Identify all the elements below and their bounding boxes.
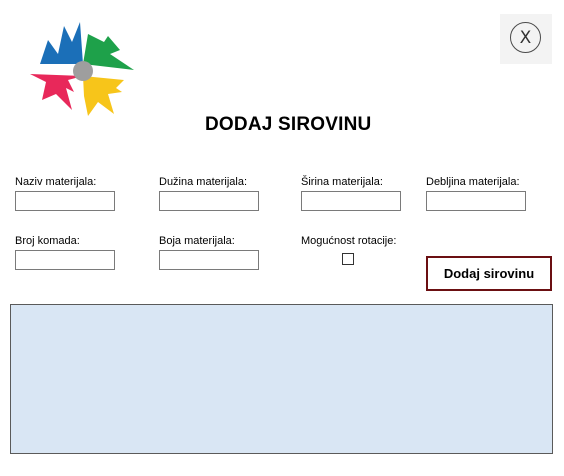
debljina-materijala-label: Debljina materijala: xyxy=(426,176,520,188)
sirovine-data-grid[interactable] xyxy=(10,304,553,454)
dodaj-sirovinu-button[interactable]: Dodaj sirovinu xyxy=(426,256,552,291)
pinwheel-logo-icon xyxy=(30,22,134,116)
close-icon: X xyxy=(519,27,532,48)
mogucnost-rotacije-label: Mogućnost rotacije: xyxy=(301,235,397,247)
duzina-materijala-input[interactable] xyxy=(159,191,259,211)
close-button[interactable]: X xyxy=(510,22,541,53)
broj-komada-label: Broj komada: xyxy=(15,235,80,247)
broj-komada-input[interactable] xyxy=(15,250,115,270)
page-title: DODAJ SIROVINU xyxy=(205,114,372,135)
duzina-materijala-label: Dužina materijala: xyxy=(159,176,248,188)
naziv-materijala-label: Naziv materijala: xyxy=(15,176,97,188)
sirina-materijala-input[interactable] xyxy=(301,191,401,211)
boja-materijala-input[interactable] xyxy=(159,250,259,270)
mogucnost-rotacije-checkbox[interactable] xyxy=(342,253,354,265)
debljina-materijala-input[interactable] xyxy=(426,191,526,211)
naziv-materijala-input[interactable] xyxy=(15,191,115,211)
sirina-materijala-label: Širina materijala: xyxy=(301,176,383,188)
boja-materijala-label: Boja materijala: xyxy=(159,235,235,247)
company-logo xyxy=(28,20,138,120)
close-button-area: X xyxy=(500,14,552,64)
